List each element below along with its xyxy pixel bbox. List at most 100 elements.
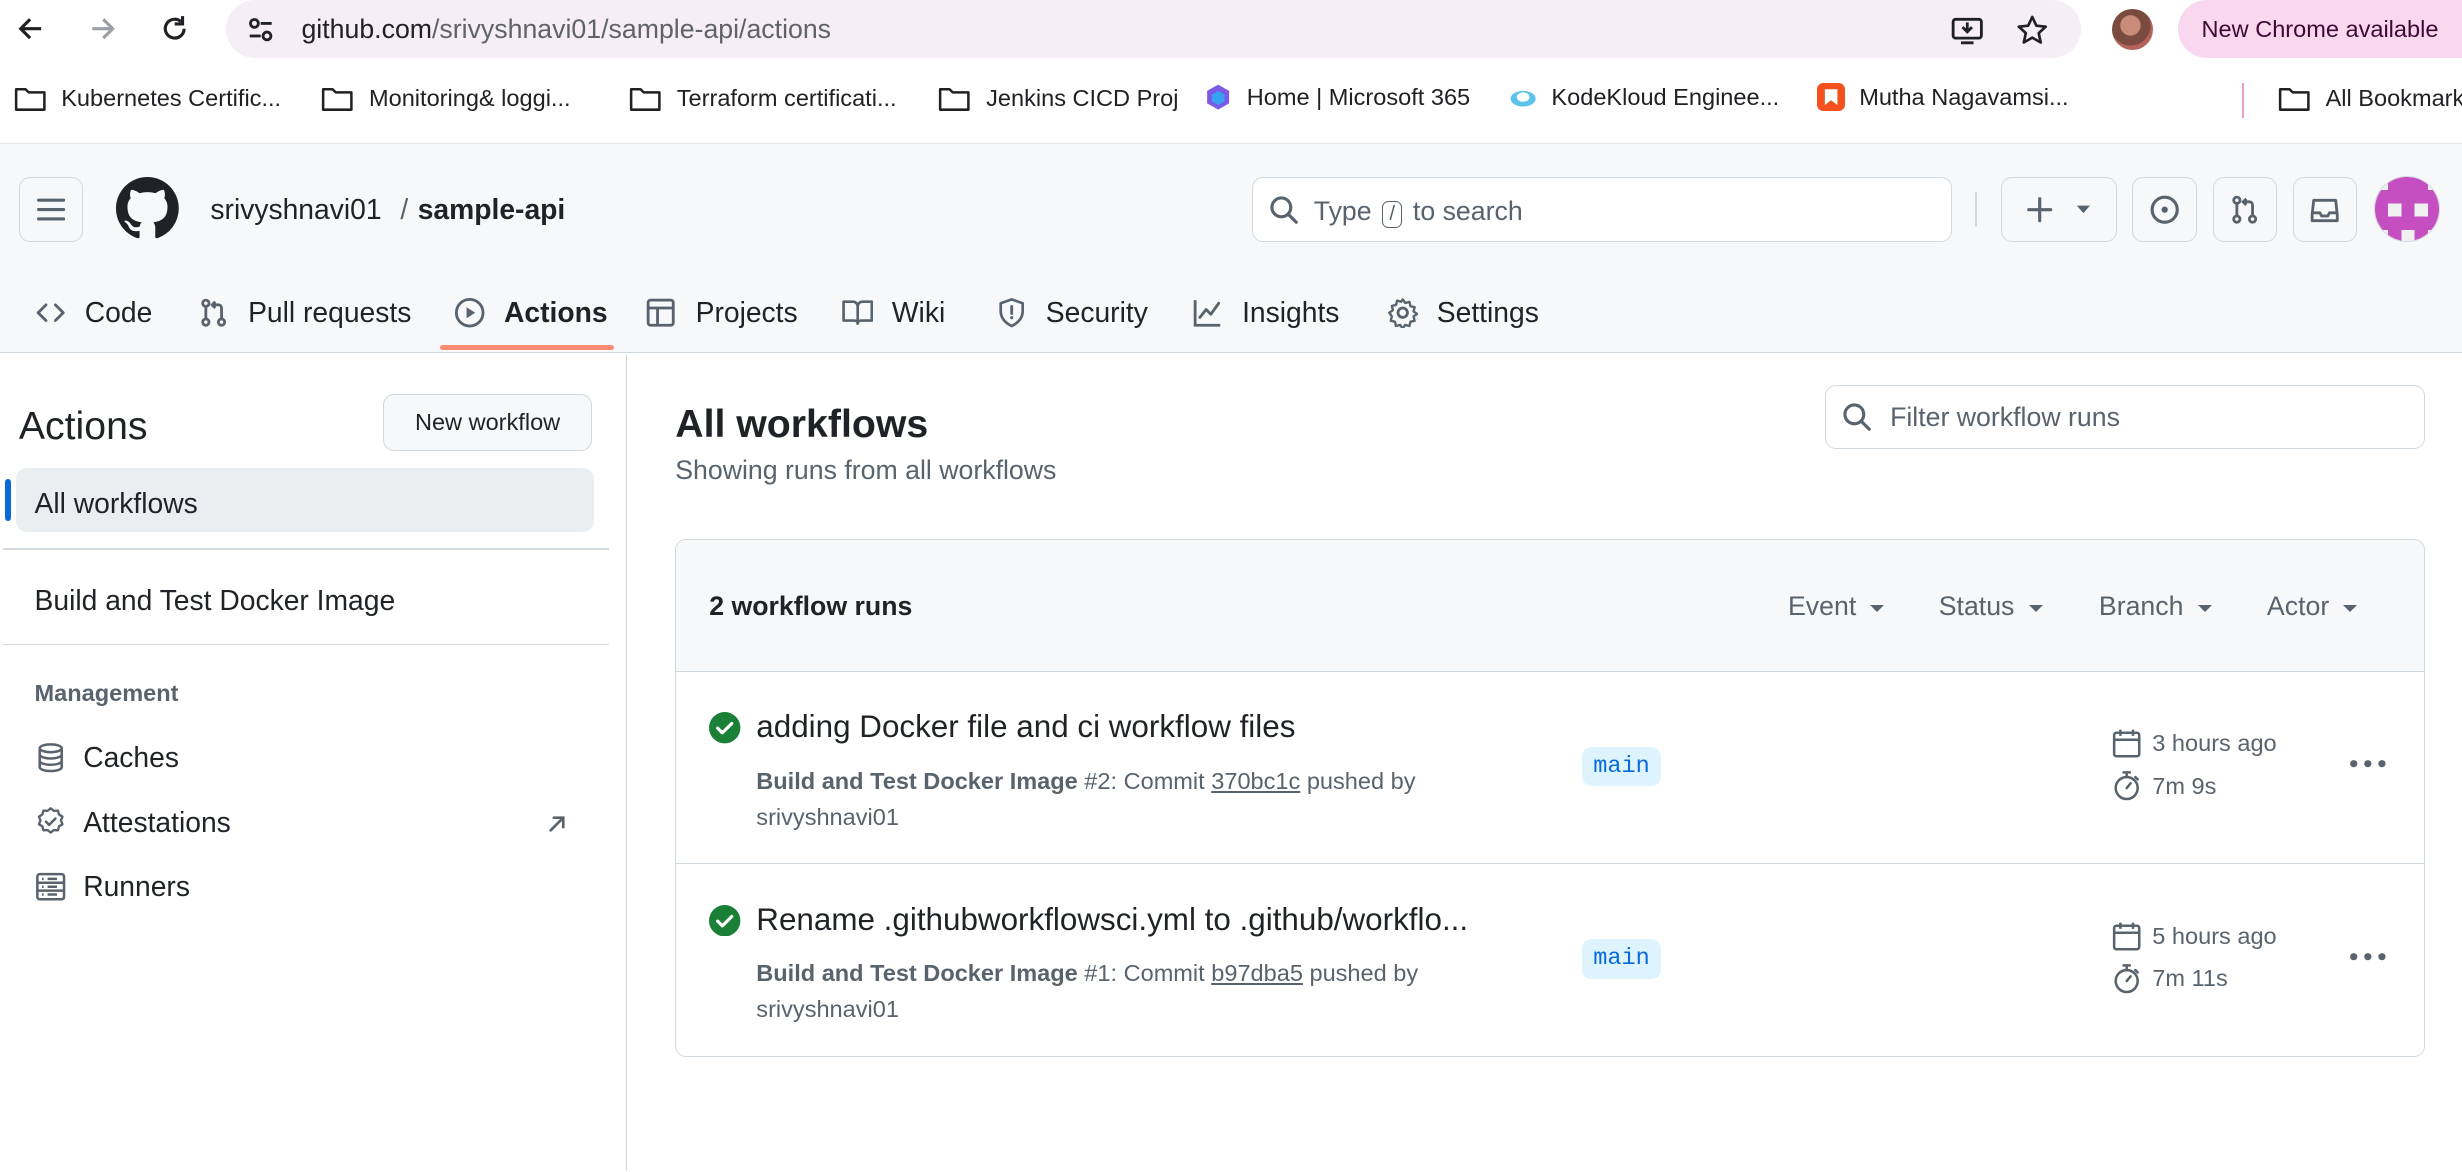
tab-settings[interactable]: Settings <box>1387 272 1539 354</box>
tab-pull-requests[interactable]: Pull requests <box>198 272 411 354</box>
branch-label[interactable]: main <box>1582 939 1661 979</box>
bookmarks-separator <box>2242 83 2244 118</box>
code-icon <box>36 303 65 322</box>
commit-sha-link[interactable]: b97dba5 <box>1211 960 1303 986</box>
run-actor: srivyshnavi01 <box>756 803 899 830</box>
github-logo-icon[interactable] <box>116 177 179 240</box>
reload-button[interactable] <box>148 2 201 55</box>
bookmark-item[interactable]: Jenkins CICD Proj <box>937 83 1178 114</box>
back-button[interactable] <box>5 2 58 55</box>
address-bar[interactable]: github.com/srivyshnavi01/sample-api/acti… <box>226 0 2081 59</box>
new-chrome-available-button[interactable]: New Chrome available <box>2178 0 2462 59</box>
actor-filter-dropdown[interactable]: Actor <box>2266 591 2358 622</box>
tab-label: Wiki <box>891 295 946 328</box>
pull-requests-button[interactable] <box>2212 177 2277 242</box>
run-meta: Build and Test Docker Image #2: Commit 3… <box>756 767 1416 830</box>
folder-icon <box>939 88 971 112</box>
branch-filter-dropdown[interactable]: Branch <box>2099 591 2212 622</box>
play-icon <box>454 297 485 328</box>
active-item-indicator <box>4 478 11 522</box>
tab-actions[interactable]: Actions <box>454 272 608 354</box>
repo-link[interactable]: sample-api <box>418 193 566 226</box>
management-heading: Management <box>34 679 179 706</box>
filter-label: Actor <box>2266 591 2330 622</box>
filter-runs-input[interactable] <box>1890 398 2409 436</box>
kodekloud-icon <box>1510 91 1536 107</box>
run-title-link[interactable]: Rename .githubworkflowsci.yml to .github… <box>756 902 1468 938</box>
sidebar-title: Actions <box>18 403 148 448</box>
forward-button[interactable] <box>75 2 128 55</box>
tab-security[interactable]: Security <box>996 272 1148 354</box>
run-title-link[interactable]: adding Docker file and ci workflow files <box>756 709 1295 745</box>
url-host: github.com <box>301 14 433 45</box>
book-icon <box>841 300 873 325</box>
run-options-button[interactable] <box>2344 933 2391 980</box>
bookmark-item[interactable]: Terraform certificati... <box>628 83 897 114</box>
sidebar-item-attestations[interactable]: Attestations <box>35 806 231 839</box>
bookmark-label: KodeKloud Enginee... <box>1551 83 1780 110</box>
star-icon[interactable] <box>2015 13 2050 48</box>
arrow-right-icon <box>92 17 116 39</box>
site-settings-icon[interactable] <box>245 14 276 45</box>
run-time-text: 3 hours ago <box>2152 730 2277 757</box>
actions-sidebar: Actions New workflow All workflows Build… <box>0 354 627 1172</box>
kebab-horizontal-icon <box>2349 953 2386 961</box>
update-pill-label: New Chrome available <box>2201 15 2439 42</box>
event-filter-dropdown[interactable]: Event <box>1788 591 1885 622</box>
bookmark-item[interactable]: Mutha Nagavamsi... <box>1816 83 2069 112</box>
plus-icon <box>2027 197 2053 223</box>
branch-label[interactable]: main <box>1582 746 1661 787</box>
triangle-down-icon <box>2343 604 2358 613</box>
database-icon <box>37 743 63 773</box>
all-bookmarks[interactable]: All Bookmarks <box>2277 83 2462 114</box>
tab-projects[interactable]: Projects <box>645 272 798 354</box>
check-circle-fill-icon <box>709 904 741 937</box>
run-options-button[interactable] <box>2344 741 2391 788</box>
tab-label: Security <box>1045 295 1148 328</box>
bookmark-label: Terraform certificati... <box>676 85 897 112</box>
run-number: #1 <box>1084 960 1111 987</box>
tab-insights[interactable]: Insights <box>1192 272 1339 354</box>
create-new-button[interactable] <box>2000 177 2117 242</box>
verified-icon <box>37 807 64 835</box>
run-workflow-name: Build and Test Docker Image <box>756 767 1078 794</box>
chrome-profile-avatar[interactable] <box>2112 9 2153 51</box>
issues-button[interactable] <box>2132 177 2197 242</box>
shield-icon <box>998 297 1024 328</box>
workflow-run-row: Rename .githubworkflowsci.yml to .github… <box>676 863 2424 1055</box>
inbox-button[interactable] <box>2292 177 2357 242</box>
commit-sha-link[interactable]: 370bc1c <box>1211 768 1300 794</box>
stopwatch-icon <box>2114 771 2140 801</box>
global-menu-button[interactable] <box>18 177 84 242</box>
global-search-input[interactable]: Type / to search <box>1251 177 1952 242</box>
pull-request-icon <box>201 298 226 327</box>
status-filter-dropdown[interactable]: Status <box>1939 591 2043 622</box>
tab-wiki[interactable]: Wiki <box>841 272 946 354</box>
install-app-icon[interactable] <box>1950 13 1985 48</box>
run-pushed-by: pushed by <box>1306 767 1416 794</box>
sidebar-item-workflow[interactable]: Build and Test Docker Image <box>35 584 396 617</box>
issue-opened-icon <box>2150 195 2179 224</box>
bookmark-item[interactable]: KodeKloud Enginee... <box>1509 83 1779 111</box>
search-placeholder: Type / to search <box>1314 196 1523 228</box>
bookmark-item[interactable]: Home | Microsoft 365 <box>1204 83 1470 111</box>
bookmark-label: Jenkins CICD Proj <box>986 85 1179 112</box>
server-icon <box>35 872 65 901</box>
tab-label: Projects <box>695 295 798 328</box>
owner-link[interactable]: srivyshnavi01 <box>210 193 381 226</box>
new-workflow-button[interactable]: New workflow <box>383 394 592 451</box>
bookmark-item[interactable]: Kubernetes Certific... <box>13 83 281 114</box>
page-title: All workflows <box>675 401 929 446</box>
search-placeholder-suffix: to search <box>1412 195 1523 226</box>
bookmark-item[interactable]: Monitoring& loggi... <box>320 83 571 114</box>
active-tab-indicator <box>439 345 614 351</box>
url-path: /srivyshnavi01/sample-api/actions <box>432 14 832 45</box>
reload-icon <box>163 15 186 40</box>
bookmark-label: Home | Microsoft 365 <box>1246 83 1471 110</box>
tab-label: Actions <box>504 295 608 328</box>
kebab-horizontal-icon <box>2349 760 2386 768</box>
tab-code[interactable]: Code <box>35 272 152 354</box>
sidebar-item-runners[interactable]: Runners <box>35 870 190 903</box>
user-avatar[interactable] <box>2374 175 2441 242</box>
sidebar-item-caches[interactable]: Caches <box>35 741 179 774</box>
